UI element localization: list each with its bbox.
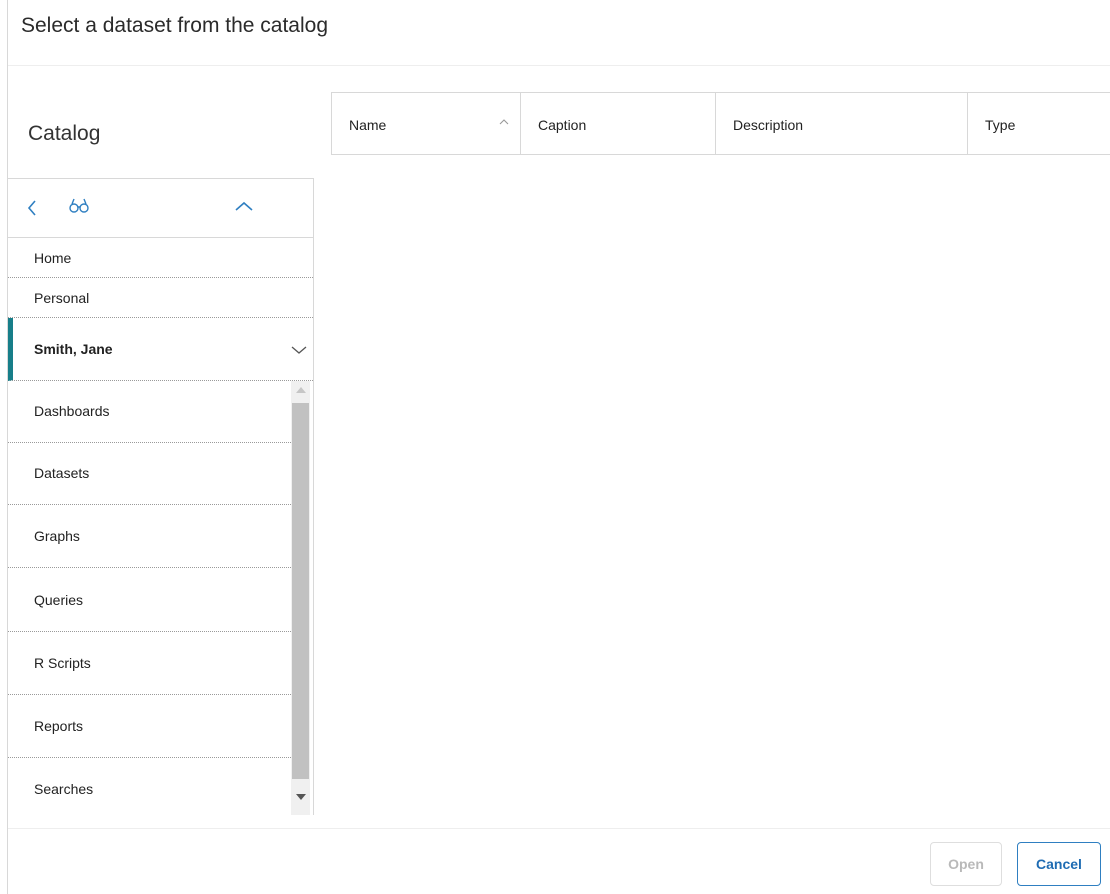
dialog-title: Select a dataset from the catalog [21, 14, 329, 37]
subfolder-graphs[interactable]: Graphs [8, 506, 291, 568]
subfolder-datasets[interactable]: Datasets [8, 443, 291, 505]
column-header-label: Type [985, 117, 1016, 133]
dataset-catalog-dialog: Select a dataset from the catalog Catalo… [7, 0, 1110, 894]
subfolder-r-scripts[interactable]: R Scripts [8, 633, 291, 695]
subfolder-label: Datasets [34, 465, 90, 481]
catalog-item-label: Smith, Jane [34, 341, 113, 357]
subfolder-label: R Scripts [34, 655, 91, 671]
catalog-subfolder-list: Dashboards Datasets Graphs Queries R Scr… [8, 381, 313, 815]
title-divider [8, 65, 1110, 66]
scroll-up-arrow-icon[interactable] [296, 387, 306, 393]
subfolder-label: Graphs [34, 528, 80, 544]
column-header-label: Caption [538, 117, 587, 133]
column-header-description[interactable]: Description [716, 93, 968, 154]
sort-ascending-icon [499, 119, 509, 125]
catalog-item-label: Home [34, 250, 72, 266]
footer-divider [8, 828, 1110, 829]
chevron-up-icon[interactable] [234, 199, 254, 217]
scroll-thumb[interactable] [292, 403, 309, 779]
subfolder-label: Dashboards [34, 403, 110, 419]
subfolder-scrollbar[interactable] [291, 381, 310, 815]
scroll-down-arrow-icon[interactable] [296, 794, 306, 800]
subfolder-label: Queries [34, 592, 84, 608]
column-header-name[interactable]: Name [332, 93, 521, 154]
results-table-header: Name Caption Description Type [331, 92, 1110, 155]
subfolder-dashboards[interactable]: Dashboards [8, 381, 291, 443]
catalog-item-home[interactable]: Home [8, 238, 313, 278]
cancel-button[interactable]: Cancel [1017, 842, 1101, 886]
chevron-left-icon[interactable] [26, 199, 38, 222]
subfolder-reports[interactable]: Reports [8, 696, 291, 758]
subfolder-searches[interactable]: Searches [8, 759, 291, 815]
catalog-heading: Catalog [28, 122, 101, 145]
column-header-label: Name [349, 117, 387, 133]
catalog-panel: Home Personal Smith, Jane Dashboards Dat… [8, 178, 314, 815]
subfolder-label: Searches [34, 781, 94, 797]
catalog-item-smith-jane[interactable]: Smith, Jane [8, 318, 313, 381]
column-header-label: Description [733, 117, 804, 133]
catalog-item-personal[interactable]: Personal [8, 278, 313, 318]
binoculars-icon[interactable] [69, 198, 89, 219]
catalog-toolbar [8, 179, 313, 238]
subfolder-label: Reports [34, 718, 84, 734]
column-header-caption[interactable]: Caption [521, 93, 716, 154]
chevron-down-icon[interactable] [291, 345, 307, 355]
column-header-type[interactable]: Type [968, 93, 1110, 154]
subfolder-queries[interactable]: Queries [8, 570, 291, 632]
catalog-item-label: Personal [34, 290, 90, 306]
open-button[interactable]: Open [930, 842, 1002, 886]
